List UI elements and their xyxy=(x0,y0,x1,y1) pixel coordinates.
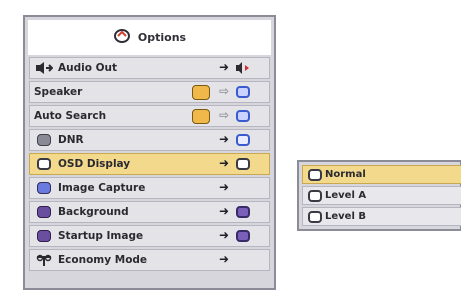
image-capture-icon xyxy=(35,181,53,195)
osd-display-icon xyxy=(35,157,53,171)
menu-item-label: Image Capture xyxy=(58,182,146,194)
osd-display-icon xyxy=(235,157,251,171)
arrow-right-icon: ➜ xyxy=(219,156,230,170)
menu-item-economy-mode[interactable]: Economy Mode ➜ xyxy=(29,249,270,271)
osd-normal-icon xyxy=(308,168,322,181)
arrow-right-icon: ➜ xyxy=(219,204,230,218)
menu-item-startup-image[interactable]: Startup Image ➜ xyxy=(29,225,270,247)
arrow-right-icon: ➜ xyxy=(219,180,230,194)
menu-item-label: Startup Image xyxy=(58,230,144,242)
dnr-icon xyxy=(35,133,53,147)
arrow-right-icon: ➜ xyxy=(219,60,230,74)
submenu-option-normal[interactable]: Normal xyxy=(302,165,461,184)
arrow-right-hollow-icon: ⇨ xyxy=(219,108,230,122)
menu-item-speaker[interactable]: Speaker ⇨ xyxy=(29,81,270,103)
menu-item-label: Speaker xyxy=(34,86,83,98)
economy-mode-icon xyxy=(35,253,53,267)
submenu-option-level-a[interactable]: Level A xyxy=(302,186,461,205)
menu-item-label: OSD Display xyxy=(58,158,131,170)
menu-item-label: Audio Out xyxy=(58,62,118,74)
purple-box-icon xyxy=(235,229,251,243)
menu-title: Options xyxy=(137,31,187,44)
speaker-red-arrow-icon xyxy=(235,61,251,75)
menu-item-label: DNR xyxy=(58,134,84,146)
menu-item-label: Economy Mode xyxy=(58,254,148,266)
options-icon xyxy=(113,28,131,48)
options-menu-panel: Options Audio Out ➜ Speaker ⇨ Auto Searc… xyxy=(23,15,276,290)
blue-box-icon xyxy=(235,85,251,99)
menu-item-label: Background xyxy=(58,206,129,218)
submenu-option-label: Level B xyxy=(325,211,366,222)
menu-title-bar: Options xyxy=(28,20,271,55)
submenu-option-label: Normal xyxy=(325,169,366,180)
submenu-option-label: Level A xyxy=(325,190,367,201)
arrow-right-icon: ➜ xyxy=(219,252,230,266)
arrow-right-hollow-icon: ⇨ xyxy=(219,84,230,98)
menu-item-image-capture[interactable]: Image Capture ➜ xyxy=(29,177,270,199)
startup-image-icon xyxy=(35,229,53,243)
osd-level-a-icon xyxy=(308,189,322,202)
menu-item-auto-search[interactable]: Auto Search ⇨ xyxy=(29,105,270,127)
menu-item-audio-out[interactable]: Audio Out ➜ xyxy=(29,57,270,79)
menu-item-dnr[interactable]: DNR ➜ xyxy=(29,129,270,151)
speaker-audio-out-icon xyxy=(35,61,53,75)
submenu-option-level-b[interactable]: Level B xyxy=(302,207,461,226)
blue-box-icon xyxy=(235,109,251,123)
background-icon xyxy=(35,205,53,219)
purple-box-icon xyxy=(235,205,251,219)
arrow-right-icon: ➜ xyxy=(219,132,230,146)
menu-item-label: Auto Search xyxy=(34,110,107,122)
osd-display-submenu: Normal Level A Level B xyxy=(297,160,461,231)
menu-item-background[interactable]: Background ➜ xyxy=(29,201,270,223)
toggle-indicator[interactable] xyxy=(192,85,210,100)
dnr-level-icon xyxy=(235,133,251,147)
osd-level-b-icon xyxy=(308,210,322,223)
toggle-indicator[interactable] xyxy=(192,109,210,124)
arrow-right-icon: ➜ xyxy=(219,228,230,242)
menu-item-osd-display[interactable]: OSD Display ➜ xyxy=(29,153,270,175)
